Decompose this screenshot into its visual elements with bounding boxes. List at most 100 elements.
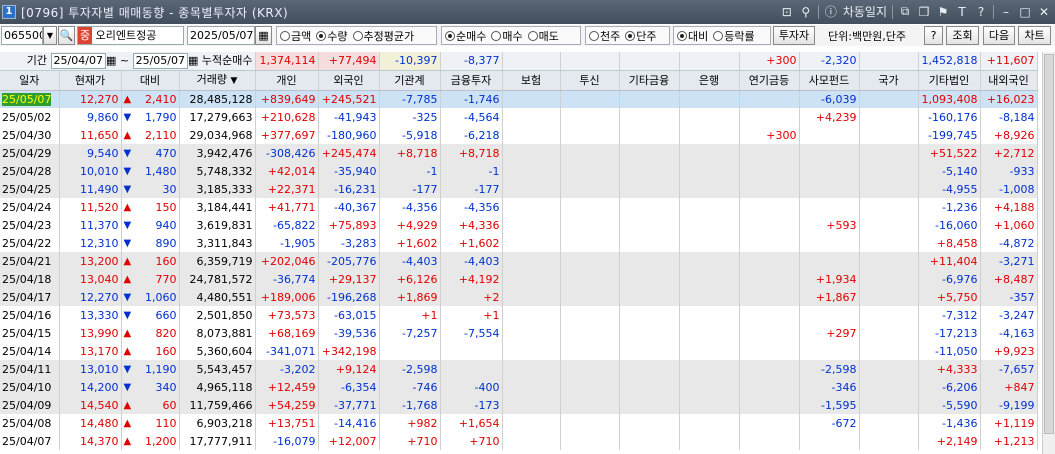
table-row[interactable]: 25/04/11 13,010 ▼ 1,190 5,543,457 -3,202 +9,12… bbox=[0, 360, 1038, 378]
col-header[interactable]: 내외국인 bbox=[980, 70, 1038, 91]
sort-down-icon[interactable]: ▼ bbox=[230, 76, 237, 86]
col-header[interactable]: 보험 bbox=[502, 70, 561, 91]
table-row[interactable]: 25/04/23 11,370 ▼ 940 3,619,831 -65,822 +75,89… bbox=[0, 216, 1038, 234]
table-row[interactable]: 25/04/18 13,040 ▲ 770 24,781,572 -36,774 +29,1… bbox=[0, 270, 1038, 288]
cell-change: ▲ 60 bbox=[121, 396, 180, 414]
help-button[interactable]: ? bbox=[924, 26, 943, 45]
cell-financial: +8,718 bbox=[440, 144, 503, 162]
next-button[interactable]: 다음 bbox=[983, 26, 1015, 45]
minimize-icon[interactable]: – bbox=[999, 5, 1013, 19]
text-icon[interactable]: T bbox=[955, 5, 969, 19]
stock-name-field[interactable]: 중 오리엔트정공 bbox=[77, 26, 184, 45]
calendar-icon[interactable]: ▦ bbox=[188, 54, 198, 67]
cell-change: ▼ 940 bbox=[121, 216, 180, 234]
table-row[interactable]: 25/04/21 13,200 ▲ 160 6,359,719 +202,046 -205,… bbox=[0, 252, 1038, 270]
info-icon[interactable]: ⓘ bbox=[824, 5, 838, 19]
code-dropdown-button[interactable]: ▼ bbox=[43, 26, 57, 45]
col-header[interactable]: 현재가 bbox=[59, 70, 122, 91]
radio-amount[interactable]: 금액 bbox=[277, 28, 311, 44]
cell-price: 14,540 bbox=[59, 396, 122, 414]
from-date-input[interactable]: 25/04/07 bbox=[50, 53, 106, 69]
table-row[interactable]: 25/05/02 9,860 ▼ 1,790 17,279,663 +210,628 -41… bbox=[0, 108, 1038, 126]
title-bar: 1 [0796] 투자자별 매매동향 - 종목별투자자 (KRX) ⊡ ⚲ ⓘ … bbox=[0, 0, 1055, 24]
cell-financial: -177 bbox=[440, 180, 503, 198]
table-row[interactable]: 25/04/16 13,330 ▼ 660 2,501,850 +73,573 -63,01… bbox=[0, 306, 1038, 324]
cell-institution: +710 bbox=[379, 432, 441, 450]
cell-domestic-foreign: +4,188 bbox=[980, 198, 1038, 216]
cell-volume: 28,485,128 bbox=[179, 90, 256, 108]
help-icon[interactable]: ? bbox=[974, 5, 988, 19]
vertical-scrollbar[interactable] bbox=[1042, 52, 1055, 454]
chart-button[interactable]: 차트 bbox=[1018, 26, 1051, 45]
cell-pension bbox=[739, 360, 800, 378]
up-arrow-icon: ▲ bbox=[123, 93, 132, 105]
col-header[interactable]: 개인 bbox=[255, 70, 319, 91]
table-row[interactable]: 25/04/08 14,480 ▲ 110 6,903,218 +13,751 -14,41… bbox=[0, 414, 1038, 432]
radio-change[interactable]: 대비 bbox=[674, 28, 708, 44]
split-icon[interactable]: ⧉ bbox=[898, 4, 912, 19]
sum-financial: -8,377 bbox=[440, 52, 503, 71]
cell-state bbox=[859, 396, 919, 414]
search-button[interactable]: 🔍 bbox=[58, 26, 75, 45]
radio-thousand-shares[interactable]: 천주 bbox=[586, 28, 620, 44]
table-row[interactable]: 25/04/25 11,490 ▼ 30 3,185,333 +22,371 -16,231… bbox=[0, 180, 1038, 198]
col-header[interactable]: 연기금등 bbox=[739, 70, 800, 91]
col-header[interactable]: 거래량 ▼ bbox=[179, 70, 256, 91]
col-header[interactable]: 투신 bbox=[560, 70, 620, 91]
scroll-thumb[interactable] bbox=[1044, 54, 1054, 434]
screen-icon[interactable]: ⊡ bbox=[780, 5, 794, 19]
col-header[interactable]: 기타금융 bbox=[619, 70, 680, 91]
table-row[interactable]: 25/04/30 11,650 ▲ 2,110 29,034,968 +377,697 -1… bbox=[0, 126, 1038, 144]
copy-icon[interactable]: ❐ bbox=[917, 5, 931, 19]
radio-quantity[interactable]: 수량 bbox=[313, 28, 348, 44]
table-row[interactable]: 25/04/14 13,170 ▲ 160 5,360,604 -341,071 +342,… bbox=[0, 342, 1038, 360]
radio-sell[interactable]: 매도 bbox=[525, 28, 559, 44]
link-icon[interactable]: ⚲ bbox=[799, 5, 813, 19]
cell-insurance bbox=[502, 108, 561, 126]
pin-icon[interactable]: ⚑ bbox=[936, 5, 950, 19]
table-row[interactable]: 25/05/07 12,270 ▲ 2,410 28,485,128 +839,649 +2… bbox=[0, 90, 1038, 108]
close-icon[interactable]: ✕ bbox=[1037, 5, 1051, 19]
cell-insurance bbox=[502, 324, 561, 342]
radio-buy[interactable]: 매수 bbox=[488, 28, 523, 44]
col-header[interactable]: 국가 bbox=[859, 70, 919, 91]
table-row[interactable]: 25/04/15 13,990 ▲ 820 8,073,881 +68,169 -39,53… bbox=[0, 324, 1038, 342]
cell-other-finance bbox=[619, 324, 680, 342]
date-input[interactable]: 2025/05/07 bbox=[187, 26, 255, 45]
radio-avg-price[interactable]: 추정평균가 bbox=[350, 28, 414, 44]
table-row[interactable]: 25/04/22 12,310 ▼ 890 3,311,843 -1,905 -3,283 +… bbox=[0, 234, 1038, 252]
to-date-input[interactable]: 25/05/07 bbox=[132, 53, 188, 69]
table-row[interactable]: 25/04/28 10,010 ▼ 1,480 5,748,332 +42,014 -35,… bbox=[0, 162, 1038, 180]
query-button[interactable]: 조회 bbox=[946, 26, 979, 45]
investor-button[interactable]: 투자자 bbox=[773, 26, 815, 45]
table-row[interactable]: 25/04/24 11,520 ▲ 150 3,184,441 +41,771 -40,36… bbox=[0, 198, 1038, 216]
cell-institution: -7,785 bbox=[379, 90, 441, 108]
cell-change: ▼ 470 bbox=[121, 144, 180, 162]
cell-insurance bbox=[502, 306, 561, 324]
radio-net-buy[interactable]: 순매수 bbox=[442, 28, 486, 44]
col-header[interactable]: 대비 bbox=[121, 70, 180, 91]
col-header[interactable]: 은행 bbox=[679, 70, 740, 91]
col-header[interactable]: 일자 bbox=[0, 70, 60, 91]
cell-state bbox=[859, 126, 919, 144]
table-row[interactable]: 25/04/09 14,540 ▲ 60 11,759,466 +54,259 -37,77… bbox=[0, 396, 1038, 414]
stock-code-input[interactable]: 065500 bbox=[1, 26, 43, 45]
table-row[interactable]: 25/04/07 14,370 ▲ 1,200 17,777,911 -16,079 +12… bbox=[0, 432, 1038, 450]
cell-state bbox=[859, 234, 919, 252]
col-header[interactable]: 금융투자 bbox=[440, 70, 503, 91]
radio-single-shares[interactable]: 단주 bbox=[622, 28, 657, 44]
cell-price: 12,270 bbox=[59, 288, 122, 306]
table-row[interactable]: 25/04/17 12,270 ▼ 1,060 4,480,551 +189,006 -19… bbox=[0, 288, 1038, 306]
calendar-button[interactable]: ▦ bbox=[255, 26, 272, 45]
col-header[interactable]: 외국인 bbox=[318, 70, 380, 91]
table-row[interactable]: 25/04/10 14,200 ▼ 340 4,965,118 +12,459 -6,354… bbox=[0, 378, 1038, 396]
col-header[interactable]: 기타법인 bbox=[918, 70, 981, 91]
calendar-icon[interactable]: ▦ bbox=[106, 54, 116, 67]
down-arrow-icon: ▼ bbox=[123, 183, 132, 195]
radio-change-rate[interactable]: 등락률 bbox=[710, 28, 755, 44]
table-row[interactable]: 25/04/29 9,540 ▼ 470 3,942,476 -308,426 +245,4… bbox=[0, 144, 1038, 162]
maximize-icon[interactable]: □ bbox=[1018, 5, 1032, 19]
journal-link[interactable]: 차동일지 bbox=[843, 3, 887, 20]
col-header[interactable]: 기관계 bbox=[379, 70, 441, 91]
col-header[interactable]: 사모펀드 bbox=[799, 70, 860, 91]
